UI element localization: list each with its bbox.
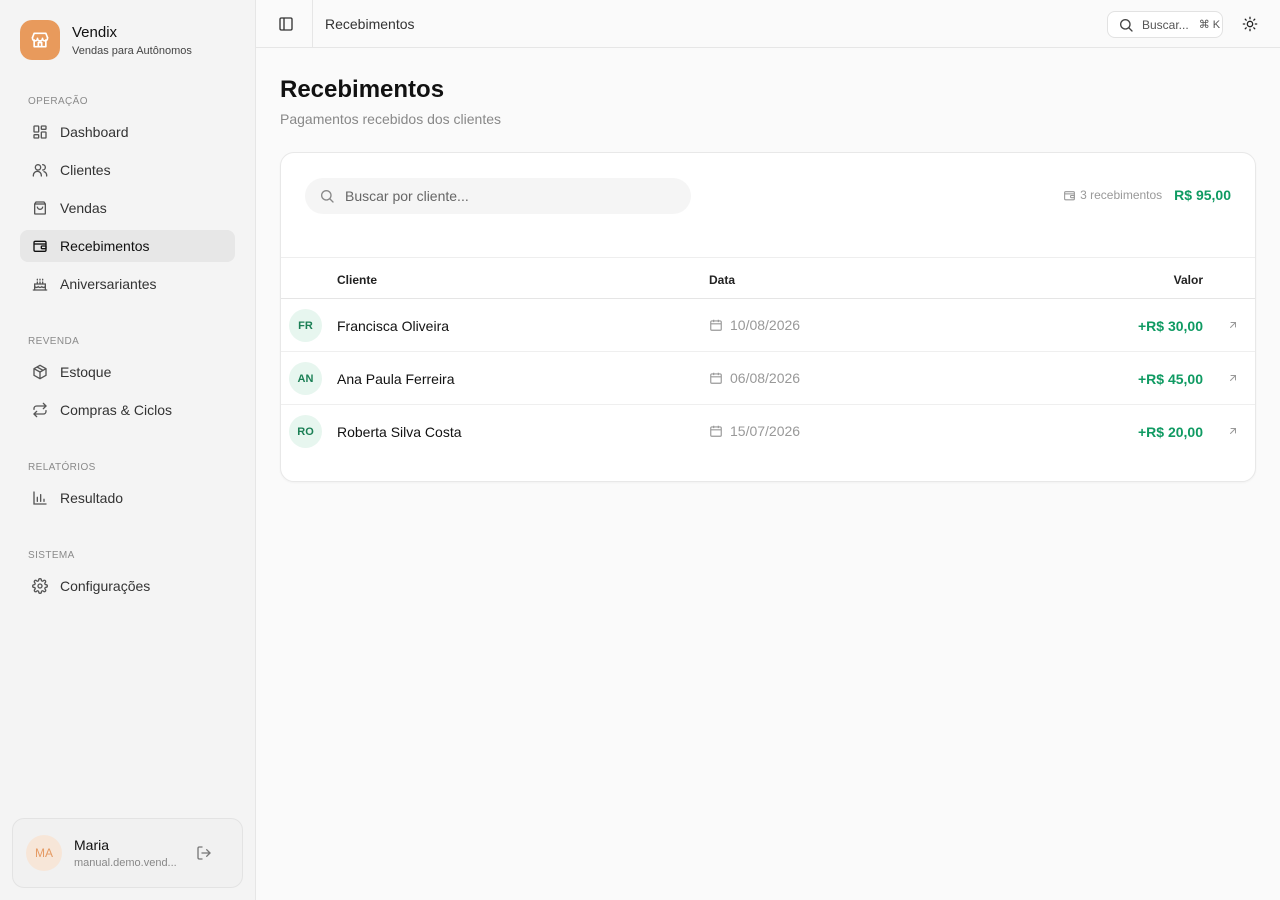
sidebar-item-compras-ciclos[interactable]: Compras & Ciclos — [20, 394, 235, 426]
sidebar-item-label: Compras & Ciclos — [60, 402, 173, 418]
shopping-bag-icon — [34, 201, 46, 215]
user-name: Maria — [74, 837, 110, 853]
nav-section-sistema: SISTEMA Configurações — [20, 548, 235, 608]
logout-button[interactable] — [194, 843, 214, 863]
sidebar-item-label: Configurações — [60, 578, 151, 594]
table-row[interactable]: AN Ana Paula Ferreira 06/08/2026 +R$ 45,… — [281, 352, 1255, 405]
search-label: Buscar... — [1142, 17, 1189, 32]
summary-count: 3 recebimentos — [1080, 188, 1163, 202]
topbar: Recebimentos Buscar... ⌘ K — [256, 0, 1280, 48]
calendar-icon — [710, 425, 722, 437]
payments-card: 3 recebimentos R$ 95,00 Cliente Data Val… — [280, 152, 1256, 482]
sidebar-item-label: Estoque — [60, 364, 112, 380]
nav-heading: REVENDA — [28, 336, 80, 347]
arrow-up-right-icon — [1230, 322, 1236, 328]
bar-chart-icon — [33, 491, 47, 505]
column-header-value: Valor — [1173, 273, 1203, 287]
summary-total: R$ 95,00 — [1174, 187, 1231, 203]
open-row-button[interactable] — [1226, 318, 1240, 332]
date-text: 15/07/2026 — [730, 423, 801, 439]
nav-section-relatorios: RELATÓRIOS Resultado — [20, 460, 235, 520]
payment-value: +R$ 45,00 — [1138, 371, 1203, 387]
client-name: Roberta Silva Costa — [337, 424, 462, 440]
open-row-button[interactable] — [1226, 371, 1240, 385]
avatar: AN — [289, 362, 322, 395]
sidebar-item-resultado[interactable]: Resultado — [20, 482, 235, 514]
table-header: Cliente Data Valor — [281, 257, 1255, 299]
open-row-button[interactable] — [1226, 424, 1240, 438]
payment-date: 06/08/2026 — [709, 370, 800, 386]
nav-section-operacao: OPERAÇÃO Dashboard Clientes Vendas Receb… — [20, 94, 235, 306]
sidebar-item-label: Vendas — [60, 200, 107, 216]
sidebar-item-label: Resultado — [60, 490, 124, 506]
column-header-client: Cliente — [337, 273, 378, 287]
page-title: Recebimentos — [280, 76, 445, 103]
repeat-icon — [33, 402, 47, 418]
logout-icon — [197, 846, 211, 860]
client-name: Ana Paula Ferreira — [337, 371, 455, 387]
brand-name: Vendix — [72, 23, 118, 41]
wallet-icon — [33, 240, 47, 252]
client-search-field[interactable] — [305, 178, 691, 214]
sidebar-item-label: Recebimentos — [60, 238, 150, 254]
user-card: MA Maria manual.demo.vend... — [12, 818, 243, 888]
wallet-icon — [1064, 190, 1076, 200]
theme-toggle-button[interactable] — [1240, 14, 1260, 34]
brand[interactable]: Vendix Vendas para Autônomos — [20, 20, 192, 60]
column-header-date: Data — [709, 273, 736, 287]
dashboard-icon — [33, 125, 47, 139]
client-name: Francisca Oliveira — [337, 318, 450, 334]
divider — [312, 0, 313, 48]
brand-tagline: Vendas para Autônomos — [72, 44, 192, 57]
nav-heading: SISTEMA — [28, 550, 75, 561]
page-subtitle: Pagamentos recebidos dos clientes — [280, 111, 502, 127]
sidebar-toggle-button[interactable] — [276, 14, 296, 34]
nav-section-revenda: REVENDA Estoque Compras & Ciclos — [20, 334, 235, 432]
sidebar-item-vendas[interactable]: Vendas — [20, 192, 235, 224]
package-icon — [33, 364, 47, 380]
sidebar-item-configuracoes[interactable]: Configurações — [20, 570, 235, 602]
users-icon — [32, 164, 48, 177]
avatar: MA — [26, 835, 62, 871]
breadcrumb: Recebimentos — [325, 16, 415, 32]
global-search-button[interactable]: Buscar... ⌘ K — [1107, 11, 1223, 38]
payment-date: 15/07/2026 — [709, 423, 800, 439]
summary: 3 recebimentos R$ 95,00 — [1063, 187, 1231, 203]
nav-heading: RELATÓRIOS — [28, 462, 96, 473]
sidebar-item-estoque[interactable]: Estoque — [20, 356, 235, 388]
arrow-up-right-icon — [1230, 428, 1236, 434]
sidebar-item-label: Aniversariantes — [60, 276, 157, 292]
client-search-input[interactable] — [345, 188, 665, 204]
sidebar-item-label: Clientes — [60, 162, 111, 178]
sidebar-toggle-icon — [279, 17, 293, 31]
avatar: FR — [289, 309, 322, 342]
sidebar-item-aniversariantes[interactable]: Aniversariantes — [20, 268, 235, 300]
sidebar: Vendix Vendas para Autônomos OPERAÇÃO Da… — [0, 0, 256, 900]
payment-value: +R$ 30,00 — [1138, 318, 1203, 334]
sidebar-item-clientes[interactable]: Clientes — [20, 154, 235, 186]
calendar-icon — [710, 372, 722, 384]
date-text: 06/08/2026 — [730, 370, 801, 386]
shortcut-hint: ⌘ K — [1198, 19, 1221, 31]
payment-value: +R$ 20,00 — [1138, 424, 1203, 440]
search-icon — [321, 190, 334, 203]
arrow-up-right-icon — [1230, 375, 1236, 381]
gear-icon — [32, 578, 48, 594]
nav-heading: OPERAÇÃO — [28, 96, 88, 107]
cake-icon — [32, 278, 48, 291]
sidebar-item-label: Dashboard — [60, 124, 129, 140]
store-icon — [20, 20, 60, 60]
search-icon — [1120, 18, 1133, 32]
table-row[interactable]: FR Francisca Oliveira 10/08/2026 +R$ 30,… — [281, 299, 1255, 352]
calendar-icon — [710, 319, 722, 331]
sidebar-item-dashboard[interactable]: Dashboard — [20, 116, 235, 148]
avatar: RO — [289, 415, 322, 448]
date-text: 10/08/2026 — [730, 317, 801, 333]
payment-date: 10/08/2026 — [709, 317, 800, 333]
sidebar-item-recebimentos[interactable]: Recebimentos — [20, 230, 235, 262]
table-row[interactable]: RO Roberta Silva Costa 15/07/2026 +R$ 20… — [281, 405, 1255, 458]
sun-icon — [1242, 16, 1258, 32]
user-email: manual.demo.vend... — [74, 857, 177, 869]
